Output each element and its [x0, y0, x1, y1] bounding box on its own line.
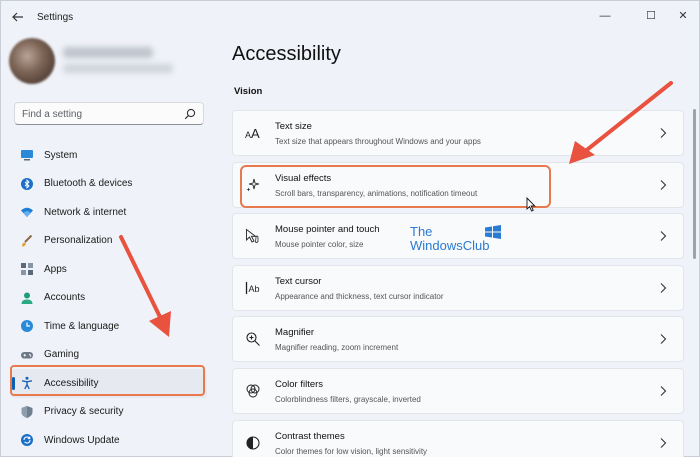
settings-card-list: AA Text size Text size that appears thro…: [232, 110, 684, 457]
avatar[interactable]: [9, 38, 55, 84]
chevron-right-icon: [660, 334, 667, 345]
sidebar-item-personalization[interactable]: Personalization: [11, 227, 207, 256]
sidebar-item-time-language[interactable]: Time & language: [11, 312, 207, 341]
sidebar-item-windows-update[interactable]: Windows Update: [11, 426, 207, 455]
card-title: Mouse pointer and touch: [275, 224, 380, 236]
card-title: Text size: [275, 121, 312, 132]
mouse-pointer-icon: [245, 228, 261, 244]
chevron-right-icon: [660, 231, 667, 242]
card-text-size[interactable]: AA Text size Text size that appears thro…: [232, 110, 684, 156]
card-title: Contrast themes: [275, 430, 345, 442]
sidebar-item-label: Bluetooth & devices: [44, 178, 133, 190]
chevron-right-icon: [660, 386, 667, 396]
card-color-filters[interactable]: Color filters Colorblindness filters, gr…: [232, 367, 684, 414]
sidebar-item-label: Accounts: [44, 292, 86, 304]
sidebar-item-label: Network & internet: [44, 206, 127, 218]
text-size-icon: AA: [245, 125, 261, 141]
page-title: Accessibility: [232, 43, 341, 65]
windows-logo-icon: [485, 225, 501, 239]
sidebar-item-label: Gaming: [44, 349, 80, 361]
sidebar-item-privacy-security[interactable]: Privacy & security: [11, 398, 207, 427]
sidebar-item-label: System: [44, 149, 78, 161]
user-email-redacted: [63, 64, 173, 73]
back-arrow-icon[interactable]: [11, 10, 25, 24]
chevron-right-icon: [660, 437, 667, 448]
sidebar-item-system[interactable]: System: [11, 141, 207, 170]
watermark: The WindowsClub: [410, 224, 501, 253]
title-bar: Settings — ☐ ✕: [1, 1, 700, 33]
scrollbar[interactable]: [693, 109, 696, 259]
person-icon: [20, 291, 34, 305]
svg-text:Ab: Ab: [249, 284, 260, 294]
accessibility-highlight-box: [10, 365, 205, 396]
card-description: Mouse pointer color, size: [275, 240, 364, 250]
card-description: Colorblindness filters, grayscale, inver…: [275, 394, 421, 404]
close-button[interactable]: ✕: [669, 7, 697, 25]
search-input[interactable]: [22, 106, 172, 122]
card-text-cursor[interactable]: Ab Text cursor Appearance and thickness,…: [232, 264, 684, 311]
user-name-redacted: [63, 47, 153, 58]
chevron-right-icon: [660, 282, 667, 293]
gamepad-icon: [20, 348, 34, 362]
color-filter-icon: [245, 383, 261, 399]
text-cursor-icon: Ab: [245, 280, 261, 296]
monitor-icon: [20, 148, 34, 162]
globe-clock-icon: [20, 319, 34, 333]
sidebar-item-label: Personalization: [44, 235, 113, 247]
search-icon[interactable]: [184, 108, 196, 120]
app-title: Settings: [37, 12, 74, 23]
apps-grid-icon: [20, 262, 34, 276]
brush-icon: [20, 234, 34, 248]
search-box[interactable]: [14, 102, 204, 125]
contrast-icon: [245, 435, 261, 451]
sidebar-item-label: Time & language: [44, 320, 120, 332]
sidebar-item-bluetooth[interactable]: Bluetooth & devices: [11, 170, 207, 199]
bluetooth-icon: [20, 177, 34, 191]
chevron-right-icon: [660, 128, 667, 138]
wifi-icon: [20, 205, 34, 219]
sidebar-item-network[interactable]: Network & internet: [11, 198, 207, 227]
minimize-button[interactable]: —: [591, 7, 619, 25]
settings-window: Settings — ☐ ✕ System Bluetooth & device…: [0, 0, 700, 457]
sidebar-nav: System Bluetooth & devices Network & int…: [11, 141, 207, 455]
sidebar-item-accounts[interactable]: Accounts: [11, 284, 207, 313]
card-contrast-themes[interactable]: Contrast themes Color themes for low vis…: [232, 419, 684, 457]
card-title: Text cursor: [275, 275, 322, 287]
sidebar-item-apps[interactable]: Apps: [11, 255, 207, 284]
card-description: Magnifier reading, zoom increment: [275, 343, 399, 353]
card-description: Color themes for low vision, light sensi…: [275, 446, 428, 456]
sidebar-item-label: Privacy & security: [44, 406, 124, 418]
watermark-line1: The: [410, 224, 433, 239]
watermark-line2: WindowsClub: [410, 238, 490, 253]
section-heading-vision: Vision: [234, 86, 263, 97]
card-description: Text size that appears throughout Window…: [275, 137, 481, 146]
visual-effects-highlight-box: [240, 165, 551, 208]
card-title: Magnifier: [275, 327, 315, 339]
chevron-right-icon: [660, 179, 667, 190]
svg-text:A: A: [251, 126, 260, 141]
shield-icon: [20, 405, 34, 419]
sidebar-item-label: Windows Update: [44, 434, 120, 446]
update-icon: [20, 433, 34, 447]
sidebar-item-label: Apps: [44, 263, 67, 275]
magnifier-icon: [245, 331, 261, 347]
card-description: Appearance and thickness, text cursor in…: [275, 291, 444, 301]
card-title: Color filters: [275, 378, 324, 390]
mouse-cursor-icon: [526, 197, 536, 212]
maximize-button[interactable]: ☐: [637, 7, 665, 25]
card-magnifier[interactable]: Magnifier Magnifier reading, zoom increm…: [232, 316, 684, 363]
